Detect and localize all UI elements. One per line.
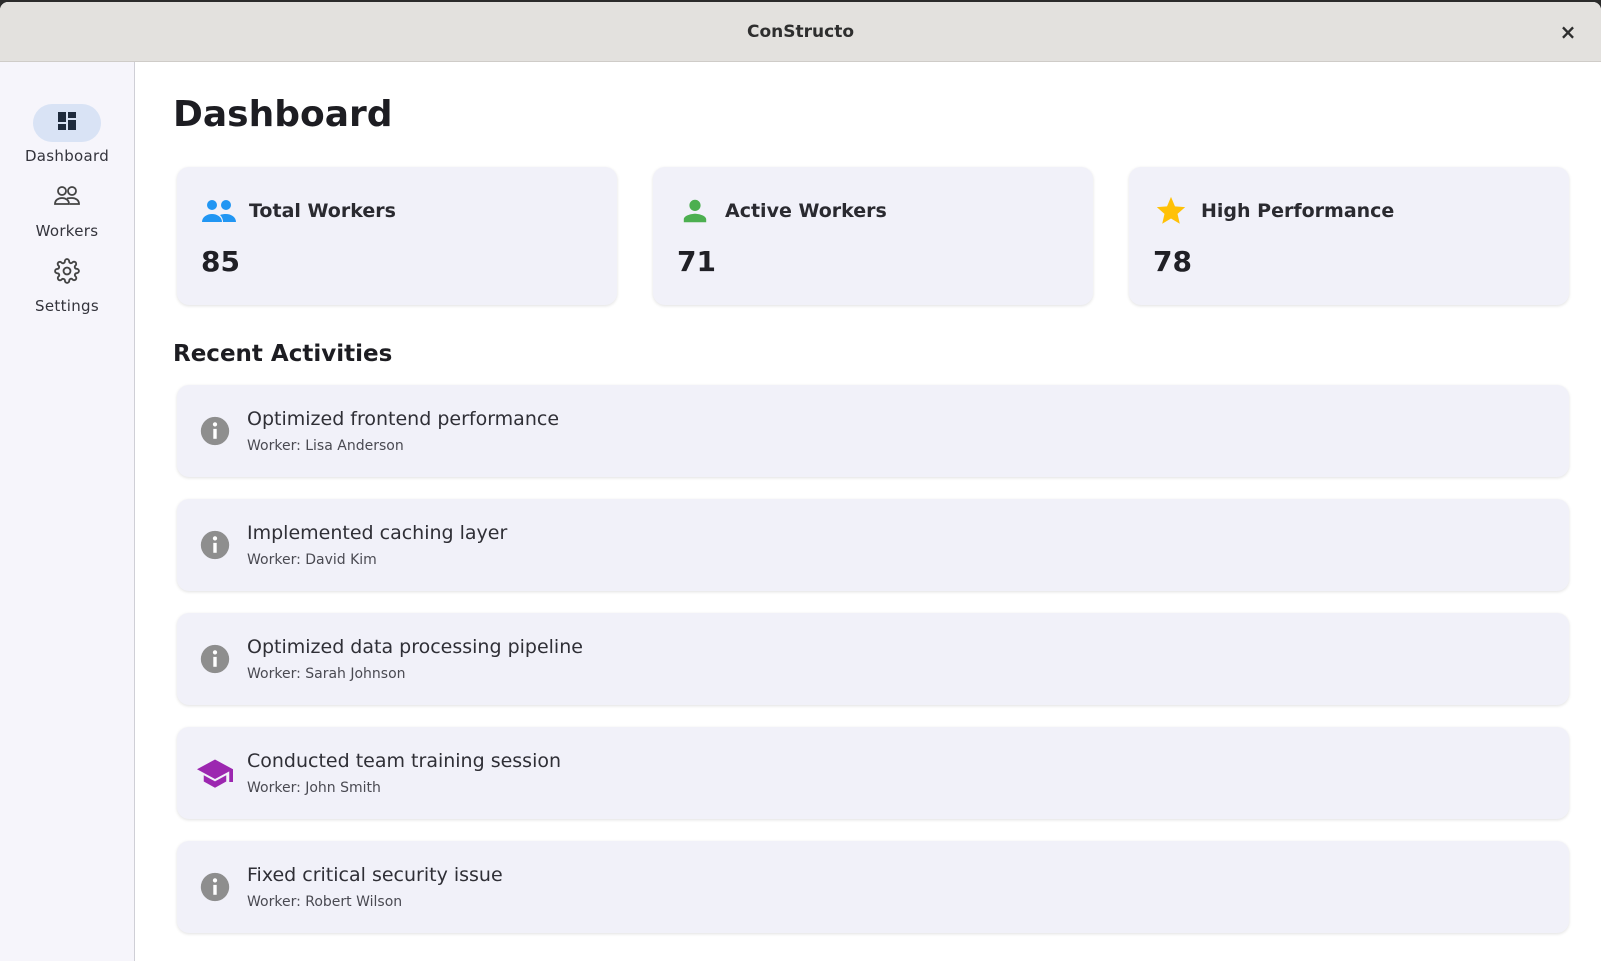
- info-icon: [197, 641, 233, 677]
- activity-title: Optimized data processing pipeline: [247, 636, 583, 658]
- dashboard-icon: [55, 109, 79, 137]
- sidebar: Dashboard Workers Settings: [0, 62, 135, 961]
- recent-activities-title: Recent Activities: [173, 341, 393, 367]
- activity-worker: Worker: Sarah Johnson: [247, 666, 406, 682]
- stat-value: 78: [1153, 245, 1192, 278]
- list-item: Conducted team training session Worker: …: [177, 727, 1569, 819]
- activity-title: Conducted team training session: [247, 750, 562, 772]
- app-window: ConStructo × Dashboard Workers Settings …: [0, 2, 1601, 961]
- stat-label: High Performance: [1201, 200, 1395, 222]
- window-title: ConStructo: [747, 21, 854, 42]
- activity-worker: Worker: John Smith: [247, 780, 381, 796]
- title-bar: ConStructo ×: [0, 2, 1601, 62]
- activity-list: Optimized frontend performance Worker: L…: [173, 385, 1569, 933]
- activity-worker: Worker: Robert Wilson: [247, 894, 403, 910]
- star-icon: [1153, 193, 1189, 229]
- activity-worker: Worker: David Kim: [247, 552, 377, 568]
- stat-label: Active Workers: [725, 200, 887, 222]
- sidebar-item-settings[interactable]: Settings: [17, 254, 117, 315]
- info-icon: [197, 527, 233, 563]
- stat-card-high-performance: High Performance 78: [1129, 167, 1569, 305]
- sidebar-item-label: Settings: [35, 297, 99, 315]
- sidebar-item-label: Workers: [35, 222, 99, 240]
- activity-title: Implemented caching layer: [247, 522, 508, 544]
- gear-icon: [54, 258, 80, 288]
- main-content: Dashboard Total Workers 85 Active Worker…: [135, 62, 1601, 961]
- stat-card-active-workers: Active Workers 71: [653, 167, 1093, 305]
- sidebar-item-workers[interactable]: Workers: [17, 179, 117, 240]
- stat-label: Total Workers: [249, 200, 396, 222]
- list-item: Fixed critical security issue Worker: Ro…: [177, 841, 1569, 933]
- list-item: Optimized data processing pipeline Worke…: [177, 613, 1569, 705]
- sidebar-item-label: Dashboard: [24, 147, 110, 165]
- close-button[interactable]: ×: [1557, 20, 1579, 44]
- activity-title: Optimized frontend performance: [247, 408, 560, 430]
- people-icon: [201, 193, 237, 229]
- page-title: Dashboard: [173, 94, 393, 135]
- stat-value: 85: [201, 245, 240, 278]
- info-icon: [197, 413, 233, 449]
- stat-card-total-workers: Total Workers 85: [177, 167, 617, 305]
- people-outline-icon: [53, 184, 81, 212]
- list-item: Implemented caching layer Worker: David …: [177, 499, 1569, 591]
- info-icon: [197, 869, 233, 905]
- stats-row: Total Workers 85 Active Workers 71 High …: [173, 167, 1569, 305]
- graduation-cap-icon: [197, 755, 233, 791]
- stat-value: 71: [677, 245, 716, 278]
- list-item: Optimized frontend performance Worker: L…: [177, 385, 1569, 477]
- activity-worker: Worker: Lisa Anderson: [247, 438, 404, 454]
- activity-title: Fixed critical security issue: [247, 864, 503, 886]
- sidebar-item-dashboard[interactable]: Dashboard: [17, 104, 117, 165]
- person-icon: [677, 193, 713, 229]
